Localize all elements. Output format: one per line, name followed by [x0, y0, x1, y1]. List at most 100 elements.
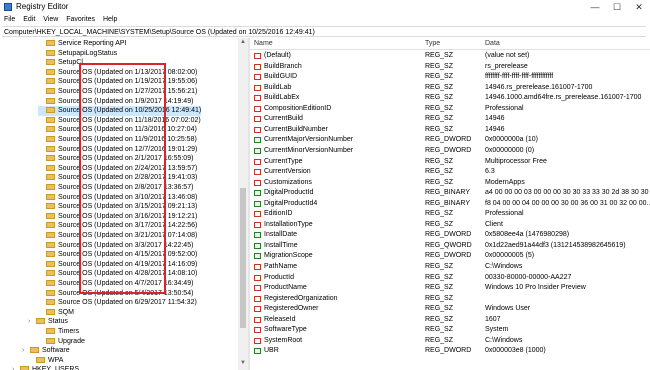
tree-scroll-thumb[interactable]	[240, 188, 246, 328]
value-row[interactable]: ProductId REG_SZ 00330-80000-00000-AA227	[250, 273, 650, 283]
column-header-type[interactable]: Type	[425, 38, 440, 49]
close-button[interactable]: ✕	[628, 0, 650, 14]
address-bar[interactable]: Computer\HKEY_LOCAL_MACHINE\SYSTEM\Setup…	[2, 26, 646, 37]
value-row[interactable]: ReleaseId REG_SZ 1607	[250, 315, 650, 325]
value-name: SystemRoot	[264, 336, 303, 344]
tree-item[interactable]: Source OS (Updated on 6/29/2017 11:54:32…	[38, 298, 197, 308]
value-type: REG_SZ	[425, 294, 454, 302]
value-type: REG_SZ	[425, 273, 454, 281]
string-value-icon	[254, 169, 261, 176]
string-value-icon	[254, 316, 261, 323]
menu-view[interactable]: View	[43, 14, 58, 25]
value-row[interactable]: BuildBranch REG_SZ rs_prerelease	[250, 62, 650, 72]
value-row[interactable]: MigrationScope REG_DWORD 0x00000005 (5)	[250, 251, 650, 261]
value-row[interactable]: DigitalProductId4 REG_BINARY f8 04 00 00 0…	[250, 199, 650, 209]
value-type: REG_SZ	[425, 52, 454, 59]
folder-icon	[46, 337, 55, 344]
value-row[interactable]: CurrentType REG_SZ Multiprocessor Free	[250, 157, 650, 167]
value-row[interactable]: BuildGUID REG_SZ ffffffff-ffff-ffff-ffff-f…	[250, 72, 650, 82]
value-row[interactable]: CurrentVersion REG_SZ 6.3	[250, 167, 650, 177]
value-row[interactable]: CompositionEditionID REG_SZ Professional	[250, 104, 650, 114]
tree-scrollbar[interactable]: ▲ ▼	[238, 38, 248, 370]
tree-item[interactable]: › Software	[22, 346, 70, 356]
column-header-name[interactable]: Name	[254, 38, 273, 49]
scroll-up-arrow-icon[interactable]: ▲	[239, 39, 247, 45]
value-data: rs_prerelease	[485, 62, 528, 70]
value-name: CurrentBuild	[264, 115, 303, 123]
value-row[interactable]: ProductName REG_SZ Windows 10 Pro Insider …	[250, 283, 650, 293]
value-name: CurrentType	[264, 157, 303, 165]
value-row[interactable]: InstallDate REG_DWORD 0x5808ee4a (14769802…	[250, 230, 650, 240]
value-name: MigrationScope	[264, 252, 313, 260]
folder-icon	[46, 299, 55, 306]
value-row[interactable]: BuildLabEx REG_SZ 14946.1000.amd64fre.rs_p…	[250, 93, 650, 103]
minimize-button[interactable]: —	[584, 0, 606, 14]
tree-item[interactable]: Upgrade	[38, 337, 85, 347]
tree-item[interactable]: › HKEY_USERS	[12, 365, 79, 370]
tree-item-label: Software	[42, 347, 70, 355]
value-name: CurrentMajorVersionNumber	[264, 136, 354, 144]
value-row[interactable]: CurrentMajorVersionNumber REG_DWORD 0x0000…	[250, 135, 650, 145]
menu-favorites[interactable]: Favorites	[66, 14, 95, 25]
folder-icon	[46, 260, 55, 267]
string-value-icon	[254, 285, 261, 292]
binary-value-icon	[254, 200, 261, 207]
menu-file[interactable]: File	[4, 14, 15, 25]
folder-icon	[46, 308, 55, 315]
value-row[interactable]: UBR REG_DWORD 0x000003e8 (1000)	[250, 346, 650, 356]
value-type: REG_SZ	[425, 62, 454, 70]
value-row[interactable]: SystemRoot REG_SZ C:\Windows	[250, 336, 650, 346]
string-value-icon	[254, 211, 261, 218]
scroll-down-arrow-icon[interactable]: ▼	[239, 360, 247, 366]
value-name: BuildGUID	[264, 73, 298, 81]
value-row[interactable]: (Default) REG_SZ (value not set)	[250, 51, 650, 61]
value-row[interactable]: RegisteredOrganization REG_SZ	[250, 294, 650, 304]
value-data: Windows User	[485, 305, 531, 313]
value-row[interactable]: EditionID REG_SZ Professional	[250, 209, 650, 219]
folder-icon	[46, 232, 55, 238]
string-value-icon	[254, 221, 261, 228]
string-value-icon	[254, 74, 261, 81]
menu-help[interactable]: Help	[103, 14, 117, 25]
tree-item[interactable]: WPA	[28, 356, 63, 366]
value-row[interactable]: CurrentBuild REG_SZ 14946	[250, 114, 650, 124]
value-row[interactable]: CurrentMinorVersionNumber REG_DWORD 0x0000…	[250, 146, 650, 156]
tree-item[interactable]: SetupCl	[38, 58, 83, 68]
tree-item[interactable]: SQM	[38, 308, 74, 318]
value-row[interactable]: SoftwareType REG_SZ System	[250, 325, 650, 335]
binary-value-icon	[254, 137, 261, 144]
value-row[interactable]: InstallationType REG_SZ Client	[250, 220, 650, 230]
value-row[interactable]: DigitalProductId REG_BINARY a4 00 00 00 03…	[250, 188, 650, 198]
folder-icon	[46, 68, 55, 75]
tree-item[interactable]: SetupapiLogStatus	[38, 49, 117, 59]
value-row[interactable]: Customizations REG_SZ ModernApps	[250, 178, 650, 188]
value-name: CompositionEditionID	[264, 104, 332, 112]
value-name: InstallationType	[264, 220, 313, 228]
tree-item[interactable]: › Status	[28, 317, 68, 327]
expand-chevron-icon[interactable]: ›	[28, 317, 34, 327]
string-value-icon	[254, 337, 261, 344]
expand-chevron-icon[interactable]: ›	[22, 346, 28, 356]
folder-icon	[46, 203, 55, 210]
value-row[interactable]: InstallTime REG_QWORD 0x1d22aed91a44df3 (1…	[250, 241, 650, 251]
expand-chevron-icon[interactable]: ›	[12, 365, 18, 370]
string-value-icon	[254, 84, 261, 91]
tree-item-label: WPA	[48, 356, 64, 364]
folder-icon	[30, 347, 39, 354]
value-row[interactable]: RegisteredOwner REG_SZ Windows User	[250, 304, 650, 314]
tree-item[interactable]: Service Reporting API	[38, 39, 126, 49]
value-row[interactable]: PathName REG_SZ C:\Windows	[250, 262, 650, 272]
folder-icon	[46, 212, 55, 219]
tree-item[interactable]: Timers	[38, 327, 79, 337]
value-data: 00330-80000-00000-AA227	[485, 273, 572, 281]
value-row[interactable]: BuildLab REG_SZ 14946.rs_prerelease.161007…	[250, 83, 650, 93]
value-name: (Default)	[264, 52, 291, 59]
value-data: Windows 10 Pro Insider Preview	[485, 284, 586, 292]
menu-edit[interactable]: Edit	[23, 14, 35, 25]
column-header-data[interactable]: Data	[485, 38, 500, 49]
value-row[interactable]: CurrentBuildNumber REG_SZ 14946	[250, 125, 650, 135]
values-list[interactable]: Name Type Data (Default) REG_SZ (value not…	[250, 38, 650, 370]
maximize-button[interactable]: ☐	[606, 0, 628, 14]
tree-item-label: Status	[48, 318, 68, 326]
value-name: InstallDate	[264, 231, 298, 239]
